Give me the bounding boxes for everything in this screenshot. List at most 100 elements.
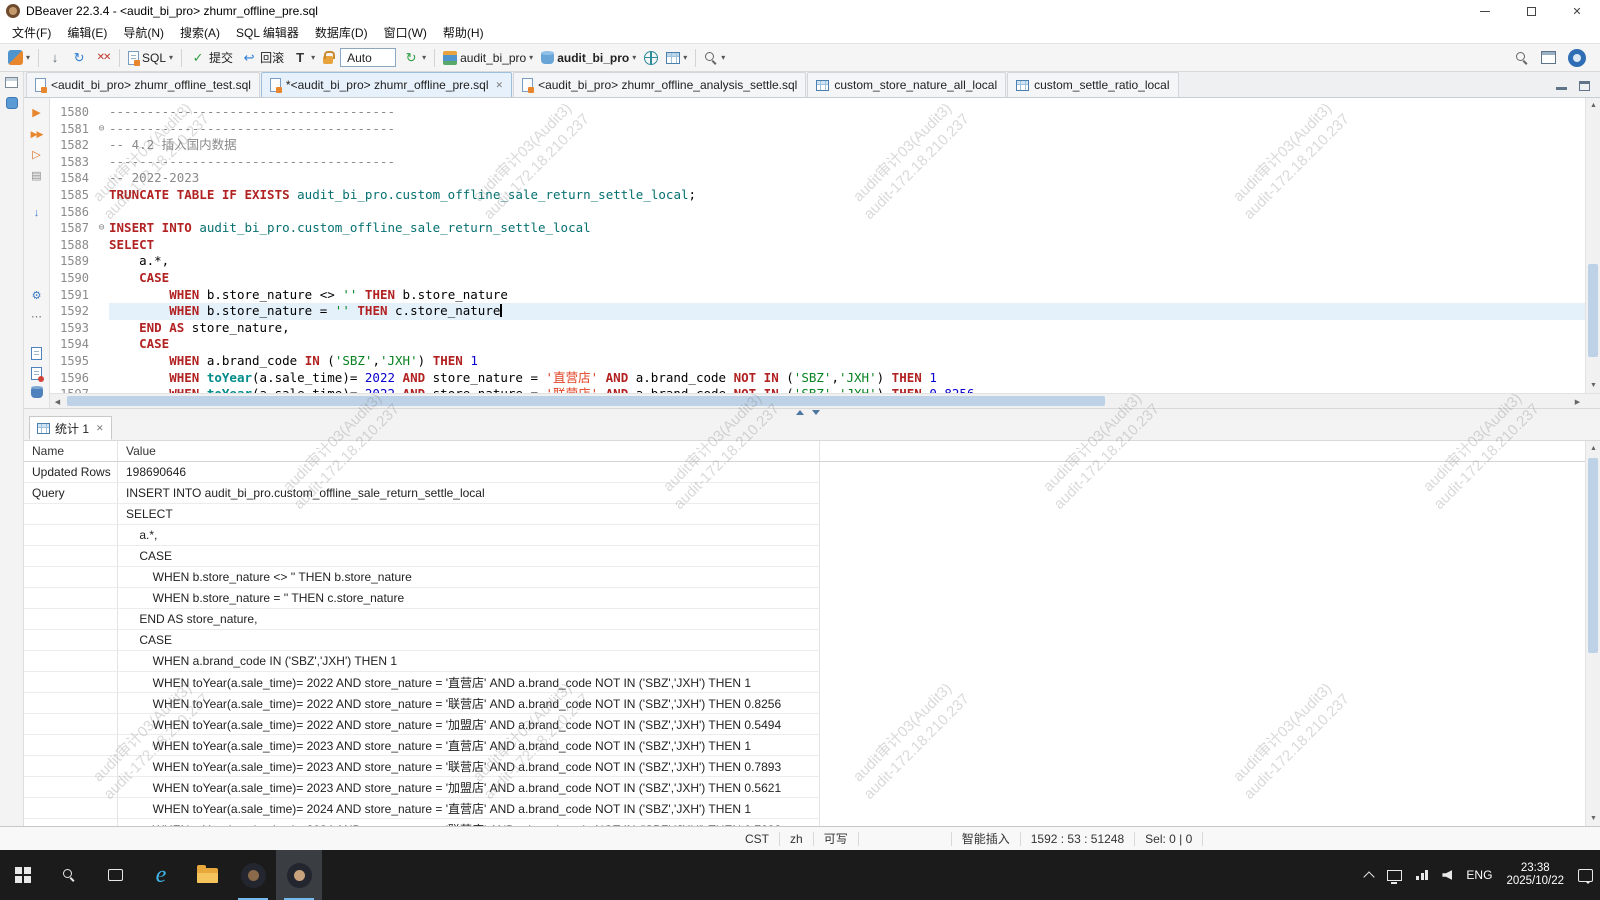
network-button[interactable] bbox=[640, 46, 662, 70]
settings-gear-icon[interactable]: ⚙ bbox=[29, 289, 45, 303]
file-explorer-button[interactable] bbox=[184, 850, 230, 900]
stats-row-5[interactable]: WHEN b.store_nature <> '' THEN b.store_n… bbox=[24, 567, 1585, 588]
code-line[interactable]: 1583------------------------------------… bbox=[50, 154, 1585, 171]
stats-row-0[interactable]: Updated Rows198690646 bbox=[24, 462, 1585, 483]
stats-row-2[interactable]: SELECT bbox=[24, 504, 1585, 525]
explain-plan-icon[interactable]: ▤ bbox=[29, 169, 45, 183]
editor-tab-0[interactable]: <audit_bi_pro> zhumr_offline_test.sql bbox=[26, 72, 260, 97]
menu-item-1[interactable]: 编辑(E) bbox=[59, 22, 115, 43]
disconnect-button[interactable]: ✕✕ bbox=[91, 46, 115, 70]
stats-row-13[interactable]: WHEN toYear(a.sale_time)= 2023 AND store… bbox=[24, 735, 1585, 756]
close-button[interactable]: ✕ bbox=[1554, 0, 1600, 22]
scroll-up-arrow[interactable]: ▲ bbox=[1586, 441, 1600, 456]
code-line[interactable]: 1593 END AS store_nature, bbox=[50, 320, 1585, 337]
perspective-icon[interactable] bbox=[1541, 51, 1556, 64]
minimize-view-icon[interactable] bbox=[1556, 82, 1567, 90]
commit-mode-combo[interactable]: Auto bbox=[340, 48, 396, 67]
pinned-app-button[interactable] bbox=[230, 850, 276, 900]
taskbar-search-button[interactable] bbox=[46, 850, 92, 900]
maximize-view-icon[interactable] bbox=[1579, 81, 1590, 91]
editor-tab-4[interactable]: custom_settle_ratio_local bbox=[1007, 72, 1178, 97]
code-line[interactable]: 1582-- 4.2 插入国内数据 bbox=[50, 137, 1585, 154]
menu-item-2[interactable]: 导航(N) bbox=[115, 22, 172, 43]
search-tools-button[interactable]: ▾ bbox=[700, 46, 729, 70]
more-actions-icon[interactable]: ⋯ bbox=[29, 310, 45, 324]
code-line[interactable]: 1592 WHEN b.store_nature = '' THEN c.sto… bbox=[50, 303, 1585, 320]
autocommit-lock-button[interactable] bbox=[319, 46, 337, 70]
commit-button[interactable]: ✓ 提交 bbox=[186, 46, 237, 70]
collapse-down-icon[interactable] bbox=[812, 410, 820, 415]
scroll-track[interactable] bbox=[1586, 456, 1600, 811]
editor-horizontal-scrollbar[interactable]: ◀ ▶ bbox=[50, 393, 1600, 408]
dbeaver-taskbar-button[interactable] bbox=[276, 850, 322, 900]
clock[interactable]: 23:38 2025/10/22 bbox=[1499, 850, 1571, 900]
grid-settings-button[interactable]: ▾ bbox=[662, 46, 691, 70]
code-line[interactable]: 1594 CASE bbox=[50, 336, 1585, 353]
stats-row-17[interactable]: WHEN toYear(a.sale_time)= 2024 AND store… bbox=[24, 819, 1585, 826]
code-line[interactable]: 1588SELECT bbox=[50, 237, 1585, 254]
code-line[interactable]: 1580------------------------------------… bbox=[50, 104, 1585, 121]
error-log-icon[interactable] bbox=[31, 367, 42, 380]
code-line[interactable]: 1581⊖-----------------------------------… bbox=[50, 121, 1585, 138]
code-line[interactable]: 1587⊖INSERT INTO audit_bi_pro.custom_off… bbox=[50, 220, 1585, 237]
new-connection-button[interactable]: ▾ bbox=[4, 46, 34, 70]
code-line[interactable]: 1586 bbox=[50, 204, 1585, 221]
code-line[interactable]: 1597 WHEN toYear(a.sale_time)= 2022 AND … bbox=[50, 386, 1585, 393]
auto-refresh-button[interactable]: ↻ ▾ bbox=[399, 46, 430, 70]
menu-item-3[interactable]: 搜索(A) bbox=[172, 22, 228, 43]
column-header-value[interactable]: Value bbox=[118, 441, 820, 461]
scroll-down-arrow[interactable]: ▼ bbox=[1586, 378, 1600, 393]
stats-row-1[interactable]: QueryINSERT INTO audit_bi_pro.custom_off… bbox=[24, 483, 1585, 504]
editor-vertical-scrollbar[interactable]: ▲ ▼ bbox=[1585, 98, 1600, 393]
quick-search-icon[interactable] bbox=[1515, 51, 1529, 65]
close-icon[interactable]: ✕ bbox=[96, 423, 104, 434]
connect-button[interactable]: ↓ bbox=[43, 46, 67, 70]
stats-row-3[interactable]: a.*, bbox=[24, 525, 1585, 546]
database-navigator-icon[interactable] bbox=[6, 97, 18, 109]
stats-row-14[interactable]: WHEN toYear(a.sale_time)= 2023 AND store… bbox=[24, 756, 1585, 777]
task-view-button[interactable] bbox=[92, 850, 138, 900]
sql-editor-button[interactable]: SQL ▾ bbox=[124, 46, 177, 70]
schema-selector[interactable]: audit_bi_pro ▾ bbox=[537, 46, 640, 70]
scroll-track[interactable] bbox=[1586, 113, 1600, 378]
tray-volume-button[interactable] bbox=[1435, 850, 1459, 900]
execute-new-tab-icon[interactable]: ▷ bbox=[29, 148, 45, 162]
internet-explorer-button[interactable]: e bbox=[138, 850, 184, 900]
tray-monitor-button[interactable] bbox=[1380, 850, 1409, 900]
menu-item-4[interactable]: SQL 编辑器 bbox=[228, 22, 307, 43]
panel-splitter[interactable] bbox=[24, 408, 1600, 416]
stats-row-12[interactable]: WHEN toYear(a.sale_time)= 2022 AND store… bbox=[24, 714, 1585, 735]
editor-tab-1[interactable]: *<audit_bi_pro> zhumr_offline_pre.sql✕ bbox=[261, 72, 512, 97]
scroll-thumb[interactable] bbox=[1588, 458, 1598, 653]
menu-item-6[interactable]: 窗口(W) bbox=[376, 22, 435, 43]
stats-row-11[interactable]: WHEN toYear(a.sale_time)= 2022 AND store… bbox=[24, 693, 1585, 714]
menu-item-0[interactable]: 文件(F) bbox=[4, 22, 59, 43]
minimize-button[interactable] bbox=[1462, 0, 1508, 22]
maximize-button[interactable] bbox=[1508, 0, 1554, 22]
start-button[interactable] bbox=[0, 850, 46, 900]
code-line[interactable]: 1595 WHEN a.brand_code IN ('SBZ','JXH') … bbox=[50, 353, 1585, 370]
collapse-up-icon[interactable] bbox=[796, 410, 804, 415]
stats-row-10[interactable]: WHEN toYear(a.sale_time)= 2022 AND store… bbox=[24, 672, 1585, 693]
code-line[interactable]: 1591 WHEN b.store_nature <> '' THEN b.st… bbox=[50, 287, 1585, 304]
status-caret-position[interactable]: 1592 : 53 : 51248 bbox=[1021, 832, 1134, 846]
execute-statement-icon[interactable]: ▶ bbox=[29, 106, 45, 120]
code-line[interactable]: 1596 WHEN toYear(a.sale_time)= 2022 AND … bbox=[50, 370, 1585, 387]
stats-row-6[interactable]: WHEN b.store_nature = '' THEN c.store_na… bbox=[24, 588, 1585, 609]
transaction-log-button[interactable]: T ▾ bbox=[288, 46, 319, 70]
stats-row-7[interactable]: END AS store_nature, bbox=[24, 609, 1585, 630]
code-line[interactable]: 1589 a.*, bbox=[50, 253, 1585, 270]
language-indicator[interactable]: ENG bbox=[1459, 850, 1499, 900]
menu-item-5[interactable]: 数据库(D) bbox=[307, 22, 376, 43]
output-view-icon[interactable] bbox=[31, 347, 42, 360]
export-data-icon[interactable]: ↓ bbox=[29, 206, 45, 220]
stats-row-4[interactable]: CASE bbox=[24, 546, 1585, 567]
fold-collapse-icon[interactable]: ⊖ bbox=[94, 121, 109, 138]
scroll-track[interactable] bbox=[65, 394, 1570, 408]
editor-tab-3[interactable]: custom_store_nature_all_local bbox=[807, 72, 1006, 97]
editor-tab-2[interactable]: <audit_bi_pro> zhumr_offline_analysis_se… bbox=[513, 72, 806, 97]
scroll-up-arrow[interactable]: ▲ bbox=[1586, 98, 1600, 113]
close-tab-icon[interactable]: ✕ bbox=[496, 80, 504, 91]
code-area[interactable]: 1580------------------------------------… bbox=[50, 98, 1585, 393]
tray-expand-button[interactable] bbox=[1358, 850, 1380, 900]
